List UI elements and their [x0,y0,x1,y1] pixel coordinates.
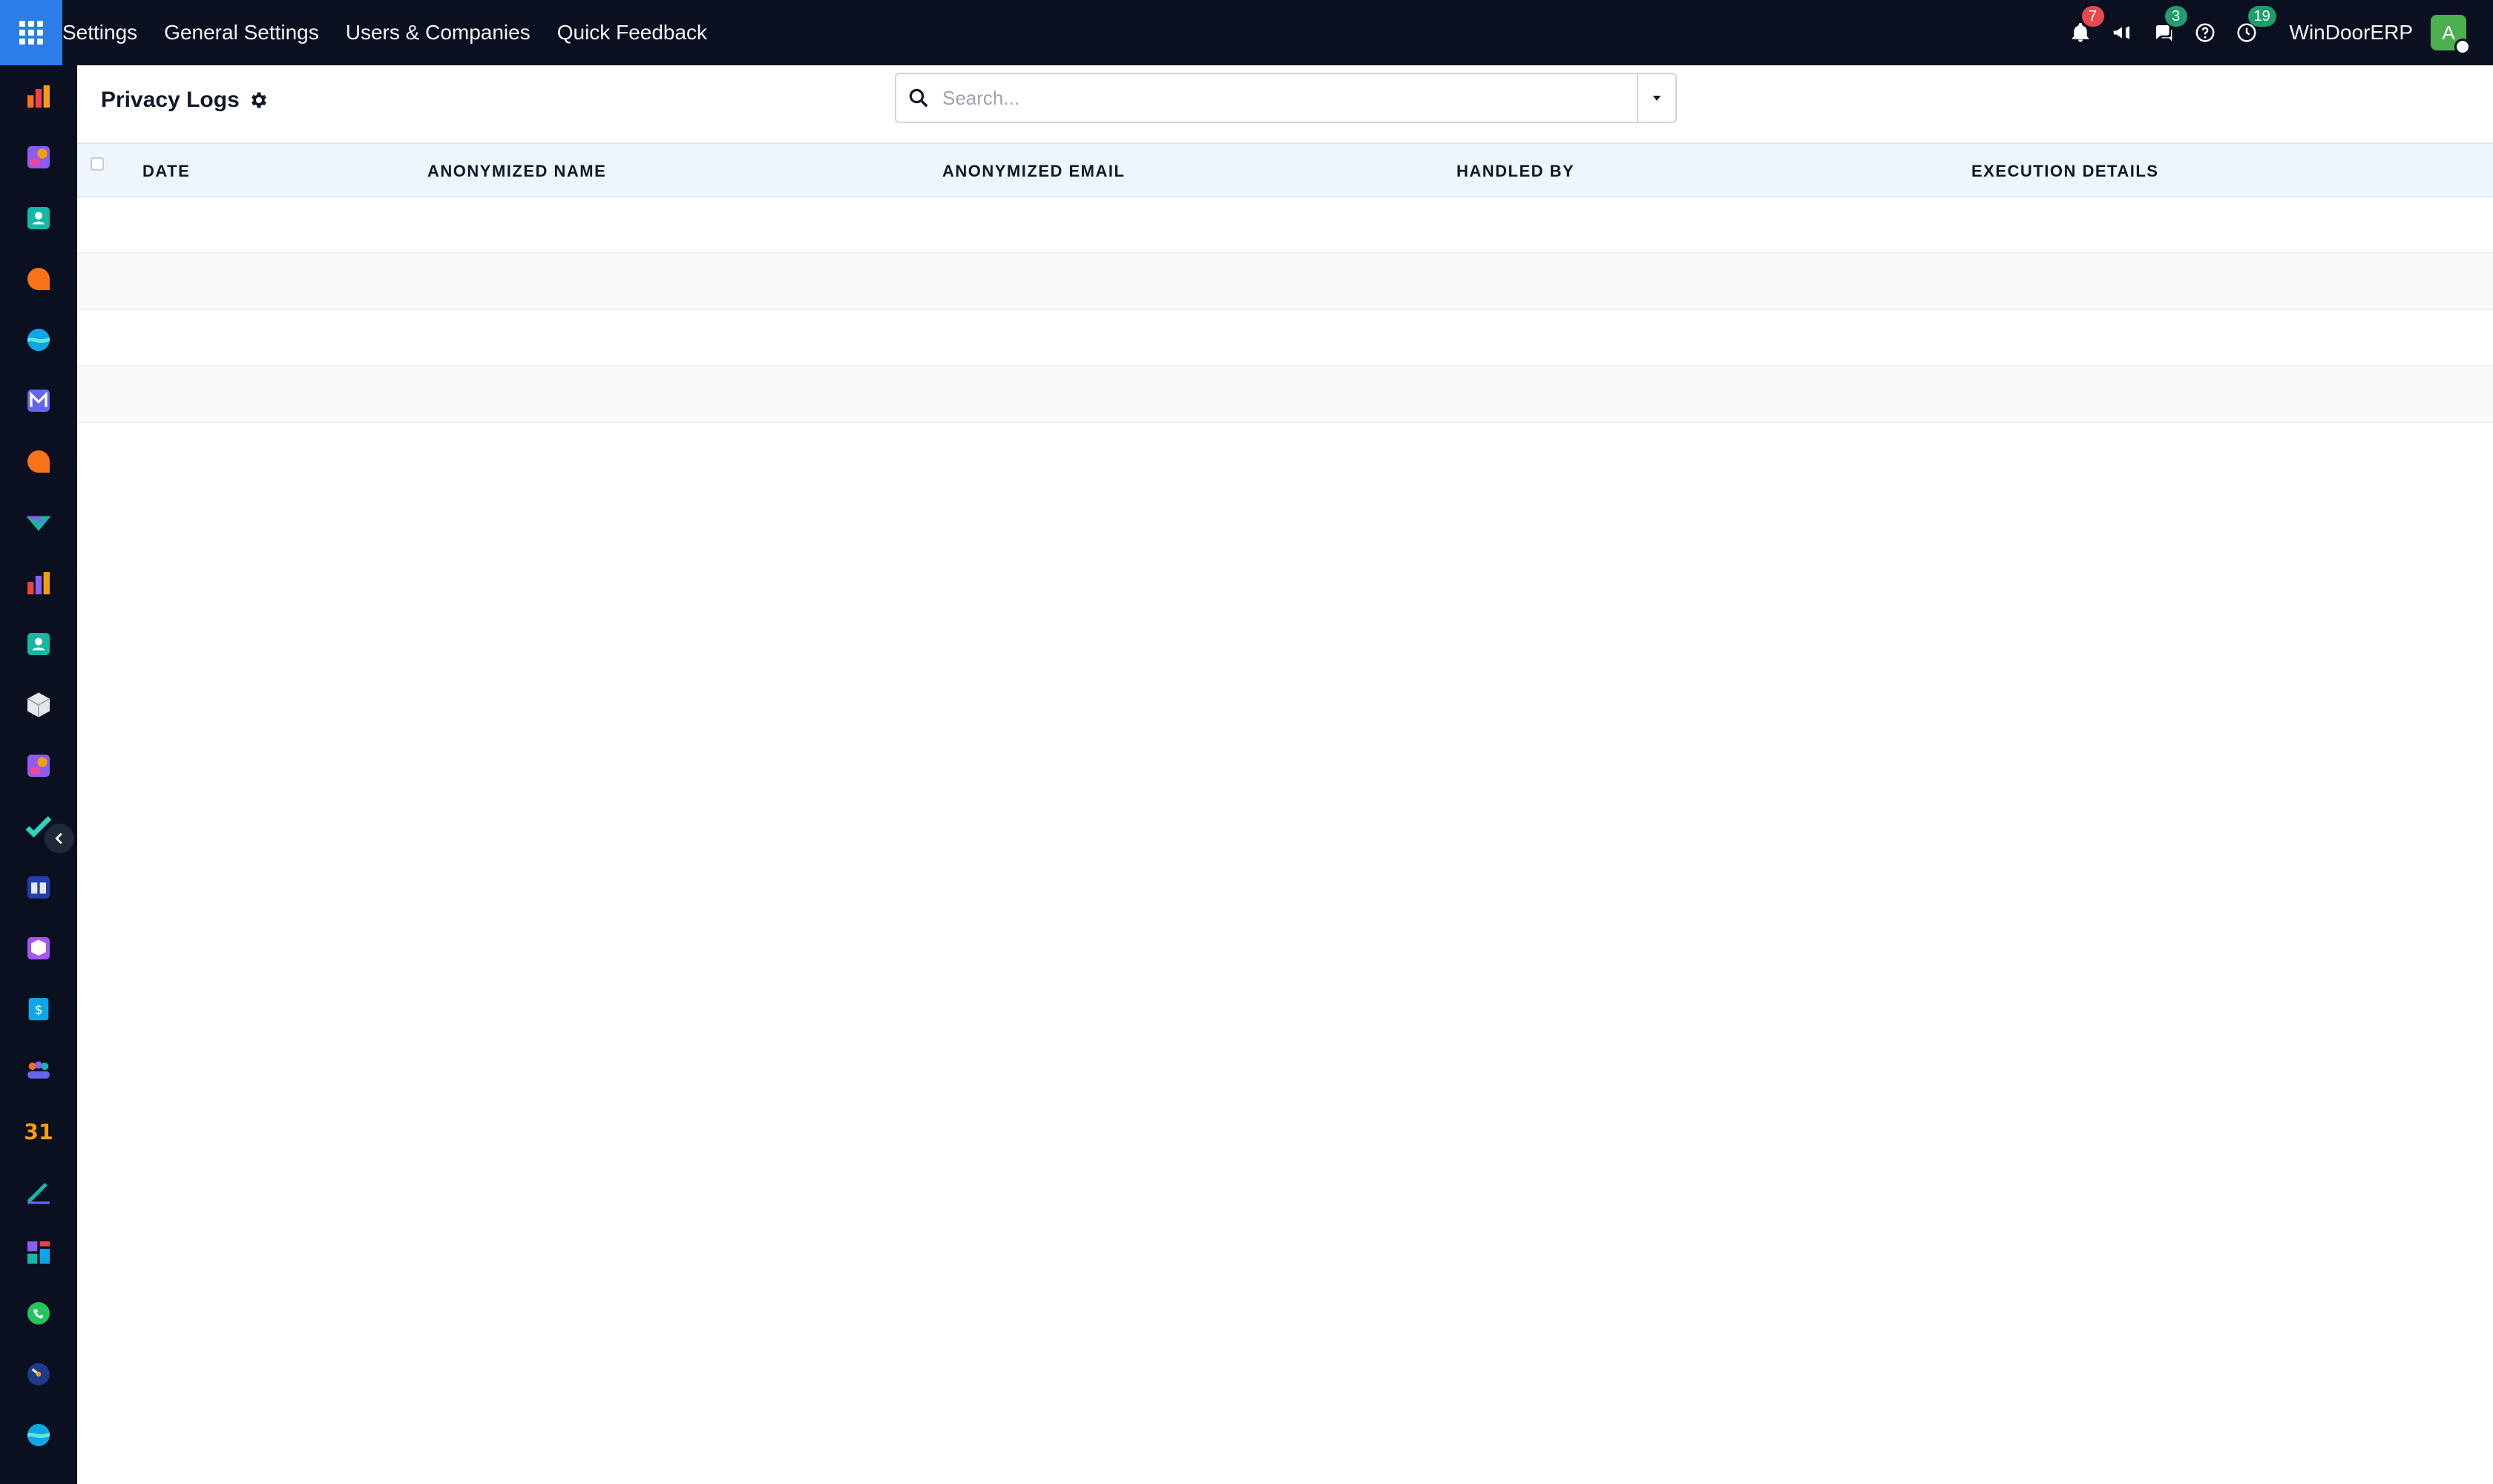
grid-icon [19,21,43,45]
contacts-app-icon[interactable] [22,202,55,234]
help-button[interactable] [2184,0,2226,65]
search-icon [896,87,941,109]
announcements-button[interactable] [2101,0,2143,65]
caret-down-icon [1652,96,1661,101]
purchase-app-icon[interactable] [22,932,55,965]
user-avatar[interactable]: A [2431,15,2471,55]
livechat-app-icon[interactable] [22,445,55,478]
messages-button[interactable]: 3 [2143,0,2187,65]
sign-app-icon[interactable] [22,1175,55,1208]
svg-text:$: $ [35,1003,43,1017]
invoicing-app-icon[interactable]: $ [22,993,55,1025]
menu-general-settings[interactable]: General Settings [151,21,332,45]
employees-app-icon[interactable] [22,628,55,660]
collapse-sidebar-button[interactable] [43,822,76,855]
empty-table-row [77,254,2493,310]
search-bar [895,73,1677,123]
company-switcher[interactable]: WinDoorERP [2267,21,2431,45]
notifications-button[interactable]: 7 [2060,0,2104,65]
app-menu-button[interactable] [0,0,62,65]
column-execution-details[interactable]: EXECUTION DETAILS [1971,144,2158,199]
column-anonymized-email[interactable]: ANONYMIZED EMAIL [942,144,1125,199]
breadcrumb: Privacy Logs [101,88,269,113]
presence-indicator [2454,39,2471,55]
app-sidebar: $ 31 [0,65,77,1484]
empty-table-row [77,310,2493,367]
empty-table-row [77,367,2493,423]
timesheet-app-icon[interactable] [22,1358,55,1391]
discuss-app-icon[interactable] [22,263,55,295]
column-date[interactable]: DATE [142,144,190,199]
dashboard-app-icon[interactable] [22,80,55,113]
knowledge-app-icon[interactable] [22,871,55,904]
avatar-letter: A [2442,21,2455,44]
privacy-logs-table: DATE ANONYMIZED NAME ANONYMIZED EMAIL HA… [77,142,2493,423]
activities-button[interactable]: 19 [2226,0,2276,65]
table-header: DATE ANONYMIZED NAME ANONYMIZED EMAIL HA… [77,142,2493,197]
control-panel: Privacy Logs [77,65,2493,142]
project-app-icon[interactable] [22,506,55,539]
inventory-app-icon[interactable] [22,689,55,721]
main-menu: Settings General Settings Users & Compan… [62,0,720,65]
help-icon [2195,23,2215,42]
search-options-toggle[interactable] [1637,74,1675,122]
gear-icon[interactable] [249,90,269,111]
calendar-app-icon[interactable]: 31 [22,1114,55,1147]
website-builder-app-icon[interactable] [22,1419,55,1451]
column-handled-by[interactable]: HANDLED BY [1456,144,1574,199]
reporting-app-icon[interactable] [22,567,55,600]
megaphone-icon [2113,26,2129,39]
page-title: Privacy Logs [101,88,240,112]
top-navbar: Settings General Settings Users & Compan… [0,0,2493,65]
website-app-icon[interactable] [22,324,55,356]
column-anonymized-name[interactable]: ANONYMIZED NAME [427,144,606,199]
empty-table-row [77,197,2493,254]
select-all-checkbox[interactable] [91,157,104,171]
mail-app-icon[interactable] [22,384,55,417]
chevron-left-icon [55,833,62,844]
activities-badge: 19 [2247,6,2276,27]
sales-app-icon[interactable] [22,749,55,782]
menu-users-companies[interactable]: Users & Companies [332,21,544,45]
menu-settings[interactable]: Settings [62,21,151,45]
search-input[interactable] [941,76,1637,120]
crm-app-icon[interactable] [22,141,55,174]
apps-app-icon[interactable] [22,1236,55,1269]
whatsapp-app-icon[interactable] [22,1297,55,1330]
systray: 7 3 19 WinDoorERP A [2060,0,2493,65]
svg-text:31: 31 [24,1120,53,1145]
team-app-icon[interactable] [22,1054,55,1086]
menu-quick-feedback[interactable]: Quick Feedback [544,21,720,45]
